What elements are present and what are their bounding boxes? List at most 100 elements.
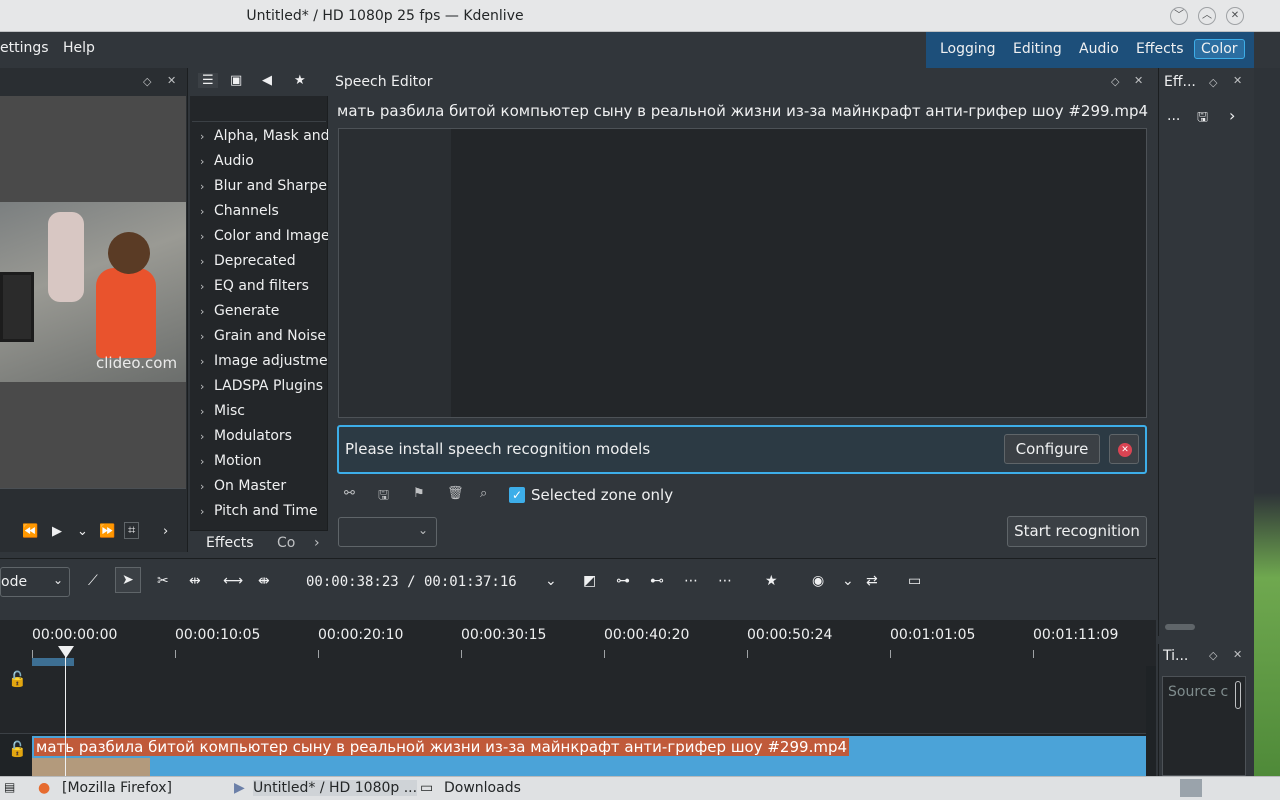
menu-help[interactable]: Help — [63, 40, 95, 56]
effect-category-item[interactable]: › Pitch and Time — [200, 503, 328, 528]
effect-category-item[interactable]: › Motion — [200, 453, 328, 478]
chevron-right-icon[interactable]: › — [314, 535, 320, 551]
timeline-ruler[interactable] — [0, 620, 1156, 666]
task-downloads[interactable]: Downloads — [444, 780, 521, 796]
spacer-tool-icon[interactable]: ⟋ — [88, 573, 98, 589]
effect-category-item[interactable]: › Blur and Sharpen — [200, 178, 328, 203]
float-icon[interactable]: ◇ — [1209, 649, 1217, 662]
task-firefox[interactable]: [Mozilla Firefox] — [62, 780, 172, 796]
save-icon[interactable]: 🖫 — [378, 486, 389, 508]
speech-text-area[interactable] — [338, 128, 1147, 418]
rewind-icon[interactable]: ⏪ — [22, 524, 38, 539]
favorite-icon[interactable]: ★ — [294, 73, 306, 88]
slip-icon[interactable]: ⇹ — [189, 573, 201, 589]
tab-compositions[interactable]: Co — [277, 535, 295, 551]
close-button[interactable]: ✕ — [1226, 7, 1244, 25]
delete-icon[interactable]: 🗑 — [447, 486, 464, 501]
effect-category-item[interactable]: › Misc — [200, 403, 328, 428]
task-kdenlive[interactable]: Untitled* / HD 1080p ... — [253, 780, 418, 796]
selected-zone-checkbox[interactable]: ✓ — [509, 487, 525, 503]
menu-settings[interactable]: ettings — [0, 40, 49, 56]
scrollbar[interactable] — [1165, 624, 1195, 630]
split-view-icon[interactable]: ◩ — [583, 573, 596, 589]
maximize-button[interactable]: ︿ — [1198, 7, 1216, 25]
razor-icon[interactable]: ✂ — [157, 573, 169, 589]
chevron-down-icon[interactable]: ⌄ — [545, 573, 557, 589]
subtitle-icon[interactable]: ▭ — [908, 573, 921, 589]
effect-category-item[interactable]: › Audio — [200, 153, 328, 178]
overwrite-icon[interactable]: ⊷ — [650, 573, 664, 589]
close-panel-icon[interactable]: ✕ — [1233, 648, 1242, 661]
lift-icon[interactable]: ⋯ — [718, 573, 732, 589]
close-panel-icon[interactable]: ✕ — [1233, 74, 1242, 87]
app-menu-icon[interactable]: ▤ — [4, 780, 15, 794]
configure-button[interactable]: Configure — [1004, 434, 1100, 464]
layout-audio[interactable]: Audio — [1079, 41, 1119, 57]
tray-icon[interactable] — [1180, 779, 1202, 797]
start-recognition-button[interactable]: Start recognition — [1007, 516, 1147, 547]
scrollbar[interactable] — [1235, 681, 1241, 709]
effect-category-item[interactable]: › Alpha, Mask and — [200, 128, 328, 153]
effect-category-item[interactable]: › Image adjustmen — [200, 353, 328, 378]
float-icon[interactable]: ◇ — [1111, 75, 1119, 88]
language-select[interactable]: ⌄ — [338, 517, 437, 547]
effect-category-item[interactable]: › Deprecated — [200, 253, 328, 278]
float-icon[interactable]: ◇ — [143, 75, 151, 88]
video-icon[interactable]: ▣ — [230, 73, 242, 88]
favorite-effect-icon[interactable]: ★ — [765, 573, 778, 589]
effect-category-item[interactable]: › Grain and Noise — [200, 328, 328, 353]
zone-marker[interactable] — [32, 658, 74, 666]
chevron-down-icon[interactable]: ⌄ — [77, 524, 88, 539]
video-track[interactable] — [0, 666, 1146, 734]
effect-category-item[interactable]: › EQ and filters — [200, 278, 328, 303]
chevron-right-icon[interactable]: › — [163, 524, 168, 539]
close-panel-icon[interactable]: ✕ — [1134, 74, 1143, 87]
list-icon[interactable]: ☰ — [198, 73, 218, 88]
ruler-tick — [1033, 650, 1034, 658]
crop-icon[interactable]: ⌗ — [124, 522, 140, 539]
ripple-icon[interactable]: ⟷ — [223, 573, 243, 589]
tab-effects[interactable]: Effects — [206, 535, 254, 551]
layout-effects[interactable]: Effects — [1136, 41, 1184, 57]
close-message-button[interactable]: ✕ — [1109, 434, 1139, 464]
source-field[interactable]: Source c — [1162, 676, 1246, 776]
timecode-display[interactable]: 00:00:38:23 / 00:01:37:16 — [306, 574, 517, 590]
ruler-label: 00:01:11:09 — [1033, 627, 1119, 643]
close-panel-icon[interactable]: ✕ — [167, 74, 176, 87]
effects-search-input[interactable] — [192, 96, 326, 122]
effect-category-item[interactable]: › LADSPA Plugins — [200, 378, 328, 403]
effect-category-item[interactable]: › Modulators — [200, 428, 328, 453]
layout-logging[interactable]: Logging — [940, 41, 996, 57]
mixer-icon[interactable]: ⇄ — [866, 573, 878, 589]
insert-icon[interactable]: ⊶ — [616, 573, 630, 589]
layout-color[interactable]: Color — [1194, 39, 1245, 59]
effect-category-item[interactable]: › On Master — [200, 478, 328, 503]
layout-editing[interactable]: Editing — [1013, 41, 1062, 57]
preview-render-icon[interactable]: ◉ — [812, 573, 824, 589]
taskbar: ▤ ● [Mozilla Firefox] ▶ Untitled* / HD 1… — [0, 776, 1280, 800]
effect-category-item[interactable]: › Color and Image — [200, 228, 328, 253]
lock-icon[interactable]: 🔓 — [8, 670, 27, 688]
fast-forward-icon[interactable]: ⏩ — [99, 524, 115, 539]
playhead[interactable] — [58, 646, 74, 658]
effect-category-item[interactable]: › Channels — [200, 203, 328, 228]
add-clip-icon[interactable]: ⚯ — [344, 486, 355, 501]
edit-mode-select[interactable]: ode ⌄ — [0, 567, 70, 597]
chevron-down-icon[interactable]: ⌄ — [842, 573, 854, 589]
search-icon[interactable]: ⌕ — [480, 486, 487, 501]
more-icon[interactable]: ... — [1167, 108, 1180, 124]
roll-icon[interactable]: ⇼ — [258, 573, 270, 589]
minimize-button[interactable]: ﹀ — [1170, 7, 1188, 25]
chevron-right-icon[interactable]: › — [1229, 106, 1235, 125]
frame-person-boy — [96, 268, 156, 358]
bookmark-icon[interactable]: ⚑ — [413, 486, 425, 501]
extract-icon[interactable]: ⋯ — [684, 573, 698, 589]
save-icon[interactable]: 🖫 — [1197, 108, 1208, 130]
effect-category-item[interactable]: › Generate — [200, 303, 328, 328]
float-icon[interactable]: ◇ — [1209, 76, 1217, 89]
audio-icon[interactable]: ◀ — [262, 73, 272, 88]
lock-icon[interactable]: 🔓 — [8, 740, 27, 758]
select-tool-icon[interactable]: ➤ — [115, 567, 141, 593]
monitor-ruler[interactable] — [0, 488, 186, 514]
play-icon[interactable]: ▶ — [52, 524, 62, 539]
